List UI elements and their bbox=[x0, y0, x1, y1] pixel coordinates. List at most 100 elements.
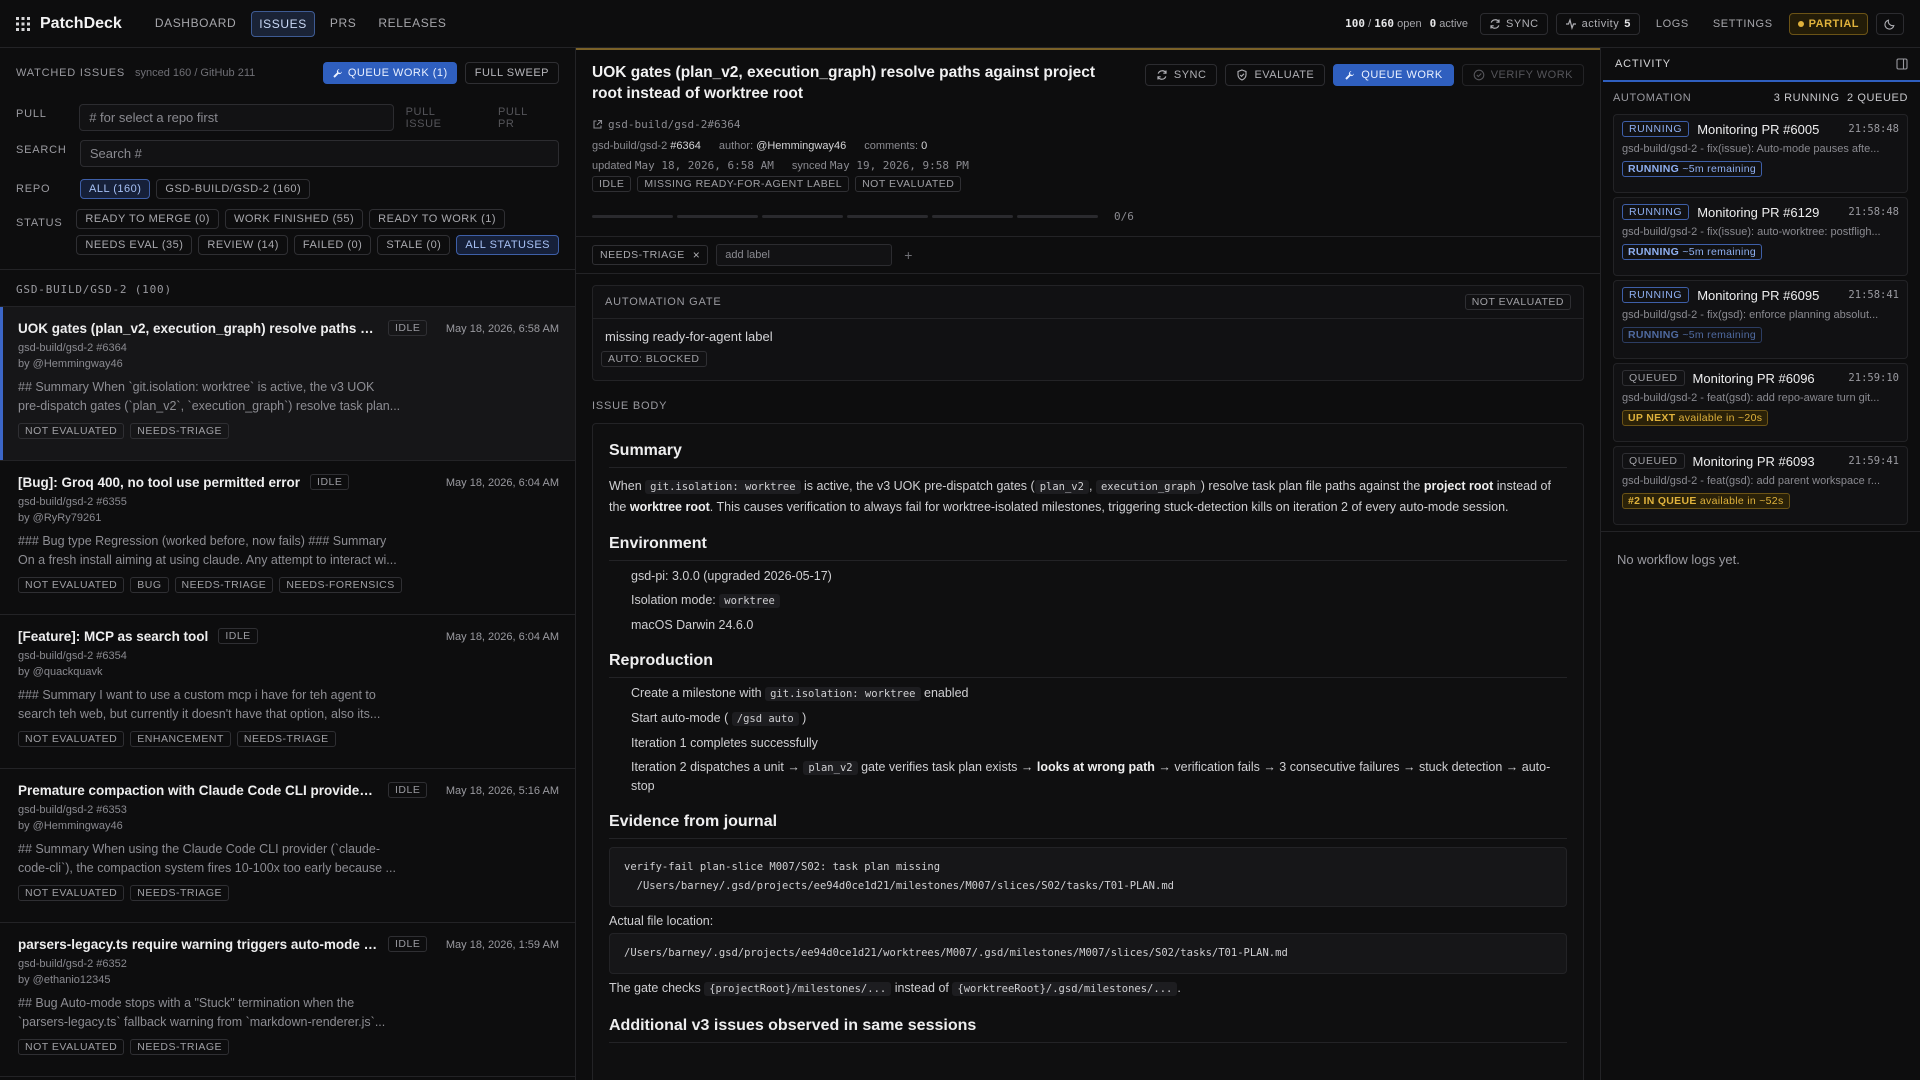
issue-queue-work-button[interactable]: QUEUE WORK bbox=[1333, 64, 1454, 86]
card-time: 21:59:10 bbox=[1848, 372, 1899, 384]
workflow-logs-empty: No workflow logs yet. bbox=[1601, 531, 1920, 587]
pull-issue-button[interactable]: PULL ISSUE bbox=[394, 106, 486, 130]
wrench-icon bbox=[332, 68, 343, 79]
issue-item-excerpt: ## Bug Auto-mode stops with a "Stuck" te… bbox=[18, 996, 355, 1010]
issue-item-title: parsers-legacy.ts require warning trigge… bbox=[18, 936, 378, 952]
activity-panel: ACTIVITY AUTOMATION 3 RUNNING 2 QUEUED R… bbox=[1600, 48, 1920, 1080]
status-failed[interactable]: FAILED (0) bbox=[293, 235, 372, 255]
issue-item-date: May 18, 2026, 5:16 AM bbox=[445, 785, 559, 797]
automation-card[interactable]: RUNNING Monitoring PR #6095 21:58:41 gsd-b… bbox=[1613, 280, 1908, 359]
issue-list-item[interactable]: parsers-legacy.ts require warning trigge… bbox=[0, 923, 575, 1077]
card-header: QUEUED Monitoring PR #6093 21:59:41 bbox=[1622, 453, 1899, 469]
sync-button[interactable]: SYNC bbox=[1480, 12, 1548, 35]
gate-state: NOT EVALUATED bbox=[1464, 294, 1571, 310]
issue-item-excerpt: ### Bug type Regression (worked before, … bbox=[18, 534, 387, 548]
shield-check-icon bbox=[1236, 69, 1248, 81]
issue-item-tags: NOT EVALUATED NEEDS-TRIAGE bbox=[18, 1039, 559, 1055]
github-link[interactable]: gsd-build/gsd-2#6364 bbox=[592, 118, 740, 131]
automation-card[interactable]: RUNNING Monitoring PR #6005 21:58:48 gsd-b… bbox=[1613, 114, 1908, 193]
section-additional: Additional v3 issues observed in same se… bbox=[609, 1017, 1567, 1043]
progress-segment bbox=[847, 215, 928, 218]
automation-card[interactable]: QUEUED Monitoring PR #6096 21:59:10 gsd-bu… bbox=[1613, 363, 1908, 442]
add-label-input[interactable]: add label bbox=[716, 244, 893, 266]
repro-step: Iteration 1 completes successfully bbox=[631, 736, 818, 750]
status-needs-eval[interactable]: NEEDS EVAL (35) bbox=[76, 235, 193, 255]
card-description: gsd-build/gsd-2 - fix(issue): auto-workt… bbox=[1622, 226, 1881, 238]
issue-item-tags: NOT EVALUATED ENHANCEMENT NEEDS-TRIAGE bbox=[18, 731, 559, 747]
evaluate-button[interactable]: EVALUATE bbox=[1225, 64, 1326, 86]
issue-item-repo: gsd-build/gsd-2 #6353 bbox=[18, 804, 127, 816]
issue-updated: updated May 18, 2026, 6:58 AM bbox=[592, 159, 774, 172]
remove-label-icon[interactable]: × bbox=[693, 248, 701, 262]
issue-item-author: by @Hemmingway46 bbox=[18, 820, 123, 832]
status-stale[interactable]: STALE (0) bbox=[377, 235, 451, 255]
issue-sync-button[interactable]: SYNC bbox=[1144, 64, 1218, 86]
issue-list: UOK gates (plan_v2, execution_graph) res… bbox=[0, 306, 575, 1077]
issue-comments: comments: 0 bbox=[864, 140, 928, 152]
check-circle-icon bbox=[1473, 69, 1485, 81]
pull-pr-button[interactable]: PULL PR bbox=[486, 106, 559, 130]
theme-toggle[interactable] bbox=[1876, 12, 1904, 35]
issue-list-item[interactable]: Premature compaction with Claude Code CL… bbox=[0, 769, 575, 923]
card-state-badge: QUEUED bbox=[1622, 453, 1685, 469]
search-label: SEARCH bbox=[16, 143, 67, 156]
plus-icon[interactable]: + bbox=[904, 247, 912, 263]
verify-work-button[interactable]: VERIFY WORK bbox=[1461, 64, 1584, 86]
app-logo[interactable]: PatchDeck bbox=[16, 15, 122, 33]
refresh-icon bbox=[1156, 69, 1168, 81]
card-title: Monitoring PR #6129 bbox=[1697, 204, 1820, 220]
issue-body-heading: ISSUE BODY bbox=[592, 400, 668, 412]
status-row: STATUS READY TO MERGE (0) WORK FINISHED … bbox=[0, 209, 575, 255]
status-ready-to-work[interactable]: READY TO WORK (1) bbox=[369, 209, 506, 229]
card-state-badge: RUNNING bbox=[1622, 204, 1690, 220]
pull-input[interactable]: # for select a repo first bbox=[79, 104, 394, 131]
journal-code-block: verify-fail plan-slice M007/S02: task pl… bbox=[609, 847, 1567, 907]
settings-link[interactable]: SETTINGS bbox=[1705, 14, 1781, 34]
card-state-badge: RUNNING bbox=[1622, 121, 1690, 137]
card-time: 21:58:48 bbox=[1848, 123, 1899, 135]
queue-work-button[interactable]: QUEUE WORK (1) bbox=[322, 62, 457, 84]
nav-issues[interactable]: ISSUES bbox=[251, 10, 315, 37]
issue-status-badges: IDLE MISSING READY-FOR-AGENT LABEL NOT E… bbox=[592, 176, 962, 192]
activity-button[interactable]: activity 5 bbox=[1555, 12, 1640, 35]
issue-list-item[interactable]: [Feature]: MCP as search tool IDLE May 18… bbox=[0, 615, 575, 769]
card-eta-badge: RUNNING ~5m remaining bbox=[1622, 244, 1762, 260]
issues-sidebar: WATCHED ISSUES synced 160 / GitHub 211 Q… bbox=[0, 48, 576, 1080]
issue-item-excerpt: pre-dispatch gates (`plan_v2`, `executio… bbox=[18, 399, 401, 413]
activity-tab[interactable]: ACTIVITY bbox=[1603, 48, 1920, 82]
partial-badge[interactable]: PARTIAL bbox=[1788, 12, 1868, 35]
gate-auto-status: AUTO: BLOCKED bbox=[601, 351, 707, 367]
card-eta-badge: UP NEXT available in ~20s bbox=[1622, 410, 1769, 426]
status-review[interactable]: REVIEW (14) bbox=[198, 235, 288, 255]
card-title: Monitoring PR #6096 bbox=[1692, 370, 1815, 386]
card-title: Monitoring PR #6005 bbox=[1697, 121, 1820, 137]
repo-filter-all[interactable]: ALL (160) bbox=[80, 179, 151, 199]
section-evidence: Evidence from journal bbox=[609, 813, 1567, 839]
status-ready-to-merge[interactable]: READY TO MERGE (0) bbox=[76, 209, 219, 229]
issue-list-item[interactable]: [Bug]: Groq 400, no tool use permitted e… bbox=[0, 461, 575, 615]
status-work-finished[interactable]: WORK FINISHED (55) bbox=[224, 209, 364, 229]
issue-meta: gsd-build/gsd-2#6364 gsd-build/gsd-2 #63… bbox=[592, 114, 969, 172]
progress-segment bbox=[932, 215, 1013, 218]
card-state-badge: RUNNING bbox=[1622, 287, 1690, 303]
automation-card[interactable]: RUNNING Monitoring PR #6129 21:58:48 gsd-b… bbox=[1613, 197, 1908, 276]
automation-card[interactable]: QUEUED Monitoring PR #6093 21:59:41 gsd-bu… bbox=[1613, 446, 1908, 525]
status-all[interactable]: ALL STATUSES bbox=[456, 235, 559, 255]
card-eta-badge: #2 IN QUEUE available in ~52s bbox=[1622, 493, 1790, 509]
issue-item-excerpt: search teh web, but currently it doesn't… bbox=[18, 707, 381, 721]
nav-dashboard[interactable]: DASHBOARD bbox=[148, 11, 243, 37]
external-link-icon bbox=[592, 119, 603, 130]
actual-location-code: /Users/barney/.gsd/projects/ee94d0ce1d21… bbox=[609, 933, 1567, 974]
full-sweep-button[interactable]: FULL SWEEP bbox=[464, 62, 559, 84]
panel-collapse-icon[interactable] bbox=[1896, 58, 1908, 70]
search-input[interactable]: Search # bbox=[79, 140, 559, 167]
repo-filter-gsd-2[interactable]: GSD-BUILD/GSD-2 (160) bbox=[156, 179, 311, 199]
issue-list-item[interactable]: UOK gates (plan_v2, execution_graph) res… bbox=[0, 307, 575, 461]
running-count: 3 RUNNING bbox=[1773, 92, 1840, 104]
issue-item-author: by @RyRy79261 bbox=[18, 512, 102, 524]
logs-link[interactable]: LOGS bbox=[1648, 14, 1697, 34]
issue-item-repo: gsd-build/gsd-2 #6354 bbox=[18, 650, 127, 662]
issue-tag: NEEDS-TRIAGE bbox=[236, 731, 336, 747]
nav-prs[interactable]: PRS bbox=[323, 11, 363, 37]
nav-releases[interactable]: RELEASES bbox=[371, 11, 453, 37]
